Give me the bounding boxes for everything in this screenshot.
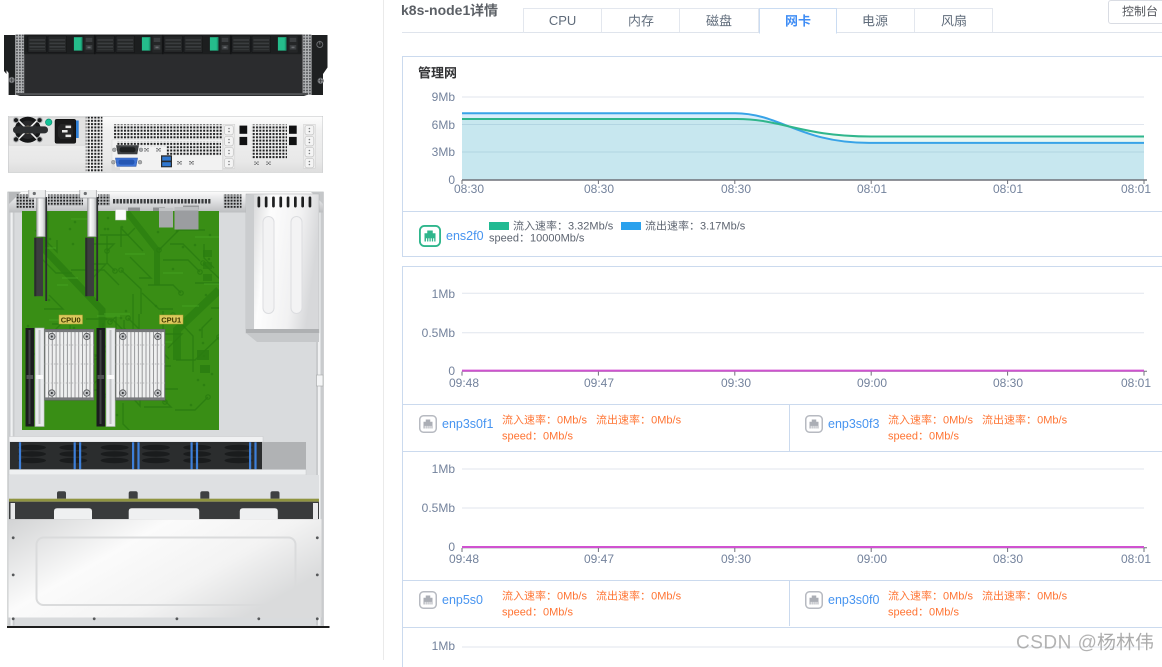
svg-text:CPU0: CPU0 xyxy=(61,315,81,324)
svg-text:CPU1: CPU1 xyxy=(161,315,181,324)
